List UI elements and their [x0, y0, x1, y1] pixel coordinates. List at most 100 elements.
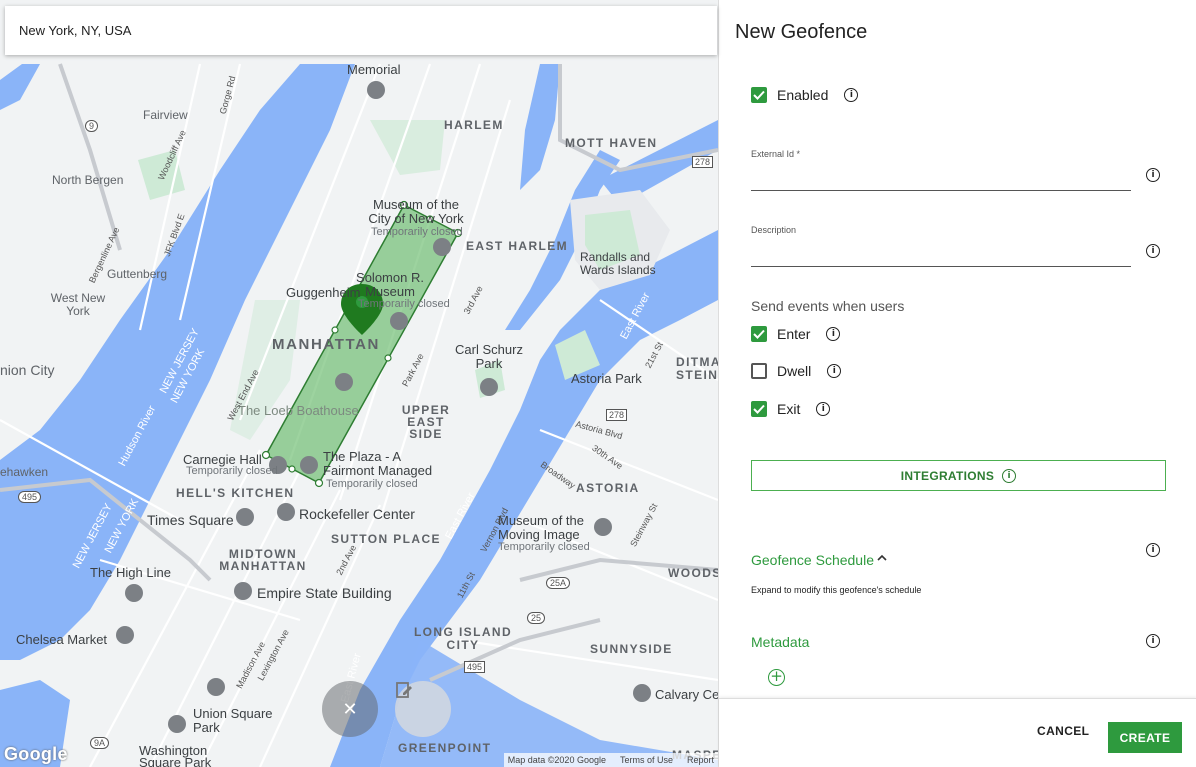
map-label: HELL'S KITCHEN — [176, 486, 295, 500]
edit-icon — [396, 682, 412, 698]
map-label: Temporarily closed — [358, 298, 450, 310]
description-field[interactable] — [751, 246, 1131, 267]
info-icon[interactable]: i — [827, 364, 842, 378]
map-label: Rockefeller Center — [299, 506, 415, 522]
map-label: Temporarily closed — [186, 465, 278, 477]
map-label: HARLEM — [444, 118, 504, 132]
map-label: MOTT HAVEN — [565, 136, 658, 150]
info-icon[interactable]: i — [816, 402, 831, 416]
external-id-input[interactable] — [751, 170, 1131, 190]
event-exit-row[interactable]: Exit i — [751, 401, 831, 417]
route-badge: 495 — [18, 491, 42, 503]
map-label: Washington Square Park — [139, 743, 212, 767]
integrations-button[interactable]: INTEGRATIONS i — [751, 460, 1166, 491]
map-label: DITMARS STEINW — [676, 355, 718, 382]
check-icon — [753, 90, 765, 100]
geofence-form-panel: New Geofence Enabled i External Id * i D… — [718, 0, 1196, 767]
map-label: Astoria Park — [571, 371, 642, 386]
map-label: Guttenberg — [107, 267, 168, 281]
enabled-checkbox-row[interactable]: Enabled i — [751, 87, 859, 103]
map-label: Calvary Ce — [655, 687, 718, 702]
panel-title: New Geofence — [735, 21, 868, 43]
route-badge: 278 — [692, 156, 714, 168]
map-label: Empire State Building — [257, 585, 392, 601]
create-button[interactable]: CREATE — [1108, 722, 1182, 753]
map-label: Temporarily closed — [326, 478, 418, 490]
info-icon[interactable]: i — [1146, 634, 1160, 648]
map-label: Chelsea Market — [16, 632, 108, 647]
schedule-heading[interactable]: Geofence Schedule — [751, 552, 874, 568]
google-logo: Google — [4, 744, 68, 764]
schedule-hint: Expand to modify this geofence's schedul… — [751, 585, 922, 595]
terms-link[interactable]: Terms of Use — [620, 755, 673, 765]
dwell-checkbox[interactable] — [751, 363, 767, 379]
events-heading: Send events when users — [751, 298, 905, 314]
map-label: Union Square Park — [193, 706, 273, 735]
close-icon: ✕ — [342, 698, 358, 719]
enter-checkbox[interactable] — [751, 326, 767, 342]
map-label: Memorial — [347, 62, 401, 77]
map-label: Carl Schurz Park — [455, 342, 523, 371]
info-icon[interactable]: i — [1146, 244, 1160, 258]
map-label: SUTTON PLACE — [331, 532, 441, 546]
map-data-text: Map data ©2020 Google — [507, 755, 606, 765]
map-label: UPPER EAST SIDE — [401, 403, 451, 441]
map[interactable]: Memorial HARLEM MOTT HAVEN EAST HARLEM M… — [0, 0, 718, 767]
event-dwell-row[interactable]: Dwell i — [751, 363, 842, 379]
exit-checkbox[interactable] — [751, 401, 767, 417]
event-enter-row[interactable]: Enter i — [751, 326, 841, 342]
map-label: North Bergen — [52, 173, 124, 187]
map-label: ASTORIA — [576, 481, 640, 495]
info-icon[interactable]: i — [1146, 168, 1160, 182]
enabled-label: Enabled — [777, 87, 829, 103]
metadata-heading: Metadata — [751, 634, 810, 650]
map-label: The High Line — [90, 565, 171, 580]
info-icon[interactable]: i — [1146, 543, 1160, 557]
map-label: Solomon R. Museum — [356, 270, 424, 299]
report-link[interactable]: Report — [687, 755, 714, 765]
description-label: Description — [751, 225, 797, 235]
cancel-button[interactable]: CANCEL — [1037, 724, 1089, 738]
map-label: Temporarily closed — [498, 541, 590, 553]
enabled-checkbox[interactable] — [751, 87, 767, 103]
external-id-label: External Id * — [751, 149, 801, 159]
edit-shape-button[interactable] — [395, 681, 451, 737]
enter-label: Enter — [777, 326, 811, 342]
map-label: LONG ISLAND CITY — [413, 625, 513, 652]
map-label: GREENPOINT — [398, 741, 492, 755]
description-input[interactable] — [751, 246, 1131, 266]
info-icon[interactable]: i — [844, 88, 859, 102]
add-metadata-button[interactable]: + — [768, 669, 785, 686]
map-label: Museum of the City of New York — [368, 197, 464, 226]
check-icon — [753, 329, 765, 339]
plus-icon: + — [770, 667, 783, 685]
map-label: EAST HARLEM — [466, 239, 569, 253]
map-label: Temporarily closed — [371, 226, 463, 238]
map-attribution: Map data ©2020 Google Terms of Use Repor… — [503, 753, 718, 767]
map-label: Randalls and Wards Islands — [580, 250, 656, 277]
exit-label: Exit — [777, 401, 801, 417]
check-icon — [753, 404, 765, 414]
info-icon[interactable]: i — [1002, 468, 1017, 483]
map-label: MIDTOWN MANHATTAN — [219, 547, 307, 573]
close-drawing-button[interactable]: ✕ — [322, 681, 378, 737]
map-label: WOODS — [668, 566, 718, 580]
route-badge: 9 — [85, 120, 99, 132]
route-badge: 9A — [90, 737, 110, 749]
map-label: ehawken — [0, 465, 49, 479]
map-label: The Plaza - A Fairmont Managed — [323, 449, 433, 478]
route-badge: 25A — [546, 577, 571, 589]
location-search[interactable] — [5, 6, 717, 55]
map-label: Fairview — [143, 108, 188, 122]
route-badge: 495 — [464, 661, 486, 673]
map-label: The Loeb Boathouse — [238, 403, 359, 418]
map-label: West New York — [50, 291, 106, 318]
chevron-up-icon[interactable] — [877, 553, 887, 563]
location-search-input[interactable] — [5, 6, 717, 55]
integrations-label: INTEGRATIONS — [900, 468, 995, 483]
map-label: nion City — [0, 362, 55, 378]
map-label: Times Square — [147, 512, 234, 528]
dwell-label: Dwell — [777, 363, 812, 379]
info-icon[interactable]: i — [826, 327, 841, 341]
external-id-field[interactable] — [751, 170, 1131, 191]
